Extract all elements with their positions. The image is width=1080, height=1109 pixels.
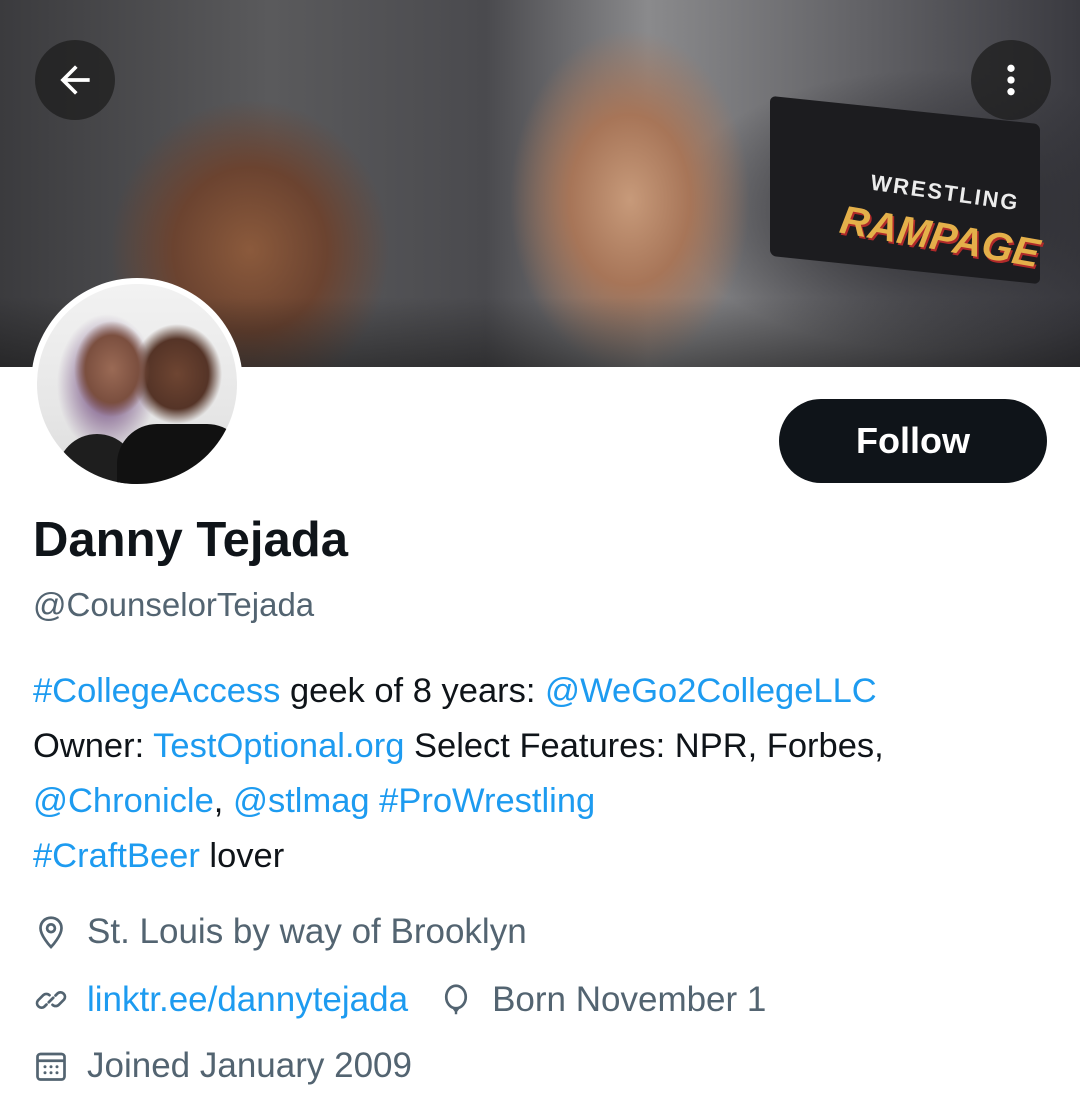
location-pin-icon xyxy=(39,916,63,949)
bio-text: , xyxy=(213,782,233,820)
more-vertical-icon xyxy=(1007,64,1015,96)
location-row: St. Louis by way of Brooklyn xyxy=(33,912,527,952)
arrow-left-icon xyxy=(60,65,90,95)
hashtag-link[interactable]: #ProWrestling xyxy=(379,782,595,820)
hashtag-link[interactable]: #CollegeAccess xyxy=(33,672,280,710)
profile-bio: #CollegeAccess geek of 8 years: @WeGo2Co… xyxy=(33,664,1053,884)
bio-text: Select Features: NPR, Forbes, xyxy=(404,727,884,765)
avatar-photo-detail xyxy=(117,424,237,484)
bio-text: lover xyxy=(199,837,285,875)
mention-link[interactable]: @Chronicle xyxy=(33,782,214,820)
birthday-text: Born November 1 xyxy=(492,980,767,1019)
link-icon xyxy=(35,991,67,1009)
bio-text: Owner: xyxy=(33,727,154,765)
location-text: St. Louis by way of Brooklyn xyxy=(87,912,527,951)
avatar-photo xyxy=(37,284,237,484)
bio-text: geek of 8 years: xyxy=(280,672,546,710)
mention-link[interactable]: @stlmag xyxy=(233,782,370,820)
birthday-item: Born November 1 xyxy=(438,980,766,1020)
user-handle: @CounselorTejada xyxy=(33,586,315,623)
calendar-icon xyxy=(36,1052,66,1081)
website-row: linktr.ee/dannytejada Born November 1 xyxy=(33,980,766,1020)
display-name: Danny Tejada xyxy=(33,513,348,567)
hashtag-link[interactable]: #CraftBeer xyxy=(33,837,200,875)
back-button[interactable] xyxy=(35,40,115,120)
more-options-button[interactable] xyxy=(971,40,1051,120)
website-link[interactable]: linktr.ee/dannytejada xyxy=(87,980,408,1020)
balloon-icon xyxy=(444,984,468,1015)
joined-text: Joined January 2009 xyxy=(87,1046,412,1085)
mention-link[interactable]: @WeGo2CollegeLLC xyxy=(545,672,877,710)
url-link[interactable]: TestOptional.org xyxy=(153,727,404,765)
follow-button[interactable]: Follow xyxy=(779,399,1047,483)
bio-text xyxy=(370,782,380,820)
avatar[interactable] xyxy=(31,278,243,490)
joined-row: Joined January 2009 xyxy=(33,1046,412,1086)
